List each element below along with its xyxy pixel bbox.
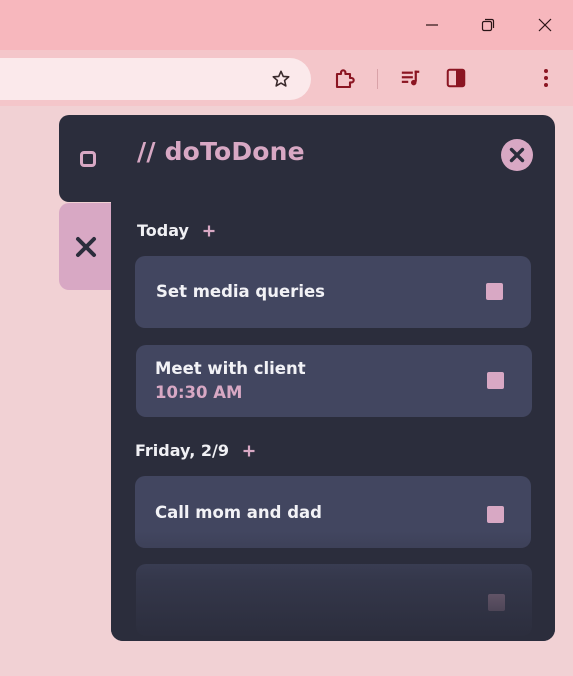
minimize-button[interactable] — [404, 0, 460, 50]
plus-icon — [203, 225, 215, 236]
close-window-button[interactable] — [517, 0, 573, 50]
address-bar[interactable] — [0, 58, 311, 100]
task-title: Call mom and dad — [155, 503, 322, 522]
media-queue-icon — [401, 70, 420, 86]
browser-toolbar — [0, 50, 573, 106]
star-icon — [272, 70, 290, 87]
todo-panel: // doToDone Today Set media queries Meet… — [111, 115, 555, 641]
browser-menu-button[interactable] — [532, 64, 560, 92]
media-control-button[interactable] — [397, 64, 425, 92]
task-time: 10:30 AM — [155, 383, 243, 402]
puzzle-icon — [335, 69, 355, 89]
task-title: Meet with client — [155, 359, 306, 378]
add-task-button[interactable] — [203, 225, 215, 237]
task-checkbox[interactable] — [487, 506, 504, 523]
side-panel-button[interactable] — [442, 64, 470, 92]
close-panel-button[interactable] — [501, 139, 533, 171]
close-x-icon — [76, 236, 96, 257]
plus-icon — [243, 445, 255, 456]
task-card[interactable]: Meet with client 10:30 AM — [136, 345, 532, 417]
task-card[interactable]: Set media queries — [135, 256, 531, 328]
toolbar-divider — [377, 69, 378, 89]
close-icon — [538, 18, 552, 32]
side-panel-icon — [446, 68, 466, 88]
add-task-button[interactable] — [243, 445, 255, 457]
bookmark-button[interactable] — [267, 65, 295, 93]
window-titlebar — [0, 0, 573, 50]
task-checkbox[interactable] — [486, 283, 503, 300]
kebab-menu-icon — [544, 69, 548, 87]
app-title: // doToDone — [137, 137, 305, 166]
task-card[interactable]: Call mom and dad — [135, 476, 531, 548]
checkbox-icon — [80, 150, 96, 167]
task-checkbox[interactable] — [488, 594, 505, 611]
close-circle-icon — [509, 147, 525, 163]
section-label: Today — [137, 221, 189, 240]
task-title: Set media queries — [156, 282, 325, 301]
task-card[interactable] — [136, 564, 532, 636]
section-friday: Friday, 2/9 — [135, 441, 255, 460]
section-label: Friday, 2/9 — [135, 441, 229, 460]
side-tab-close[interactable] — [59, 203, 119, 290]
restore-button[interactable] — [460, 0, 516, 50]
restore-icon — [481, 18, 495, 32]
extensions-button[interactable] — [331, 64, 359, 92]
task-checkbox[interactable] — [487, 372, 504, 389]
section-today: Today — [137, 221, 215, 240]
side-tab-todo[interactable] — [59, 115, 119, 202]
minimize-icon — [426, 24, 438, 26]
